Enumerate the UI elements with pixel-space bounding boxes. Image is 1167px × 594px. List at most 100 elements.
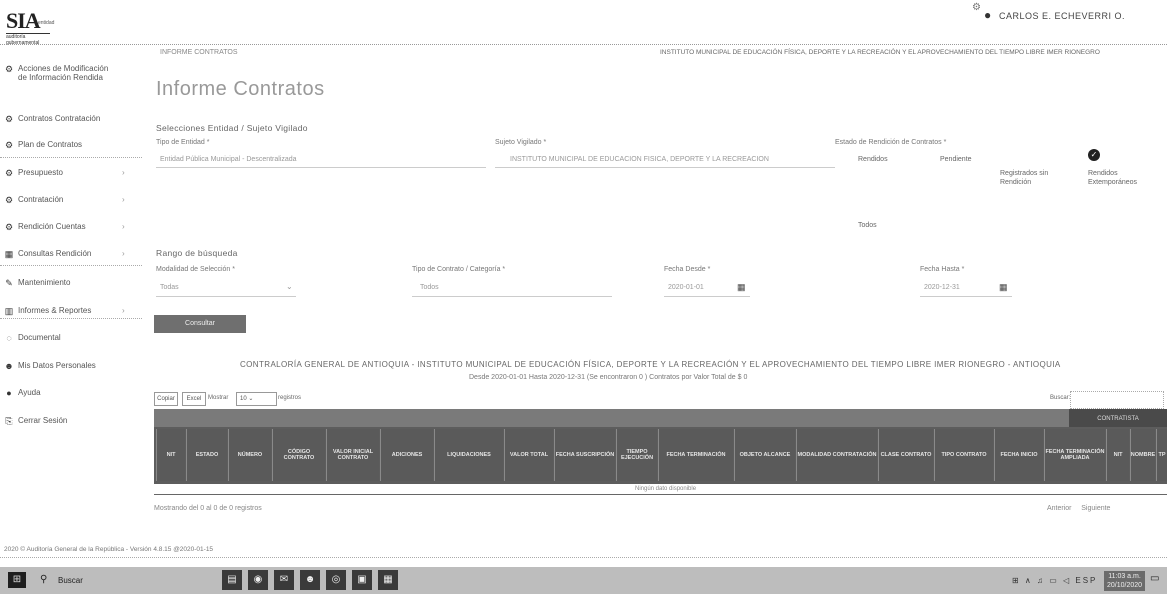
date-to-label: Fecha Hasta *	[920, 266, 965, 273]
contract-type-underline	[412, 296, 612, 297]
file-explorer-icon[interactable]: ▤	[222, 570, 242, 590]
sidebar-item-logout[interactable]: ⎘ Cerrar Sesión	[4, 416, 67, 427]
notification-icon[interactable]: ▭	[1150, 573, 1159, 584]
sidebar-item-contracts[interactable]: ⚙ Contratos Contratación	[4, 114, 100, 125]
column-header[interactable]: NIT	[156, 429, 185, 481]
date-to-underline	[920, 296, 1012, 297]
subject-select[interactable]: INSTITUTO MUNICIPAL DE EDUCACIÓN FÍSICA,…	[510, 156, 830, 163]
calendar-icon[interactable]: ▦	[737, 282, 746, 293]
chevron-right-icon: ›	[122, 168, 125, 177]
system-tray[interactable]: ⊞ ∧ ♫ ▭ ◁ ESP	[1012, 576, 1097, 585]
column-header[interactable]: OBJETO ALCANCE	[734, 429, 795, 481]
date-from-input[interactable]: 2020-01-01	[668, 284, 704, 291]
status-option-extemporaneous[interactable]: Rendidos Extemporáneos	[1088, 169, 1148, 187]
previous-page-button[interactable]: Anterior	[1047, 505, 1072, 512]
excel-button[interactable]: Excel	[182, 392, 206, 406]
sidebar-item-help[interactable]: ● Ayuda	[4, 388, 40, 398]
sia-logo[interactable]: SIA entidad auditoría gubernamental	[6, 8, 68, 46]
sidebar-divider	[0, 265, 142, 266]
sidebar-item-label: Plan de Contratos	[18, 140, 83, 149]
status-option-pending[interactable]: Pendiente	[940, 156, 972, 163]
column-header[interactable]: LIQUIDACIONES	[434, 429, 503, 481]
date-from-label: Fecha Desde *	[664, 266, 711, 273]
status-label: Estado de Rendición de Contratos *	[835, 139, 947, 146]
user-name[interactable]: CARLOS E. ECHEVERRI O.	[999, 11, 1125, 21]
sidebar-item-modification-actions[interactable]: ⚙ Acciones de Modificación de Información…	[4, 64, 108, 82]
sidebar-item-queries[interactable]: ▦ Consultas Rendición ›	[4, 249, 146, 260]
column-header[interactable]: CÓDIGO CONTRATO	[272, 429, 325, 481]
sidebar-item-contract-plan[interactable]: ⚙ Plan de Contratos	[4, 140, 82, 151]
pagination: Anterior Siguiente	[1047, 505, 1110, 512]
chevron-down-icon[interactable]: ⌄	[286, 282, 293, 291]
calendar-icon[interactable]: ▦	[999, 282, 1008, 293]
entity-type-label: Tipo de Entidad *	[156, 139, 210, 146]
table-columns: NIT ESTADO NÚMERO CÓDIGO CONTRATO VALOR …	[154, 409, 1167, 484]
date-to-input[interactable]: 2020-12-31	[924, 284, 960, 291]
column-header[interactable]: TIEMPO EJECUCIÓN	[616, 429, 657, 481]
taskbar-search[interactable]: Buscar	[58, 576, 83, 585]
column-header[interactable]: FECHA INICIO	[994, 429, 1043, 481]
sidebar-item-label: Presupuesto	[18, 168, 63, 177]
sidebar-item-reports[interactable]: ▥ Informes & Reportes ›	[4, 306, 146, 317]
column-header[interactable]: FECHA TERMINACIÓN AMPLIADA	[1044, 429, 1105, 481]
status-option-registered[interactable]: Registrados sin Rendición	[1000, 169, 1050, 187]
column-header[interactable]: FECHA TERMINACIÓN	[658, 429, 733, 481]
check-circle-icon[interactable]: ✓	[1088, 149, 1100, 161]
grid-icon: ▦	[4, 249, 14, 259]
records-info: Mostrando del 0 al 0 de 0 registros	[154, 505, 262, 512]
column-header[interactable]: NIT	[1106, 429, 1129, 481]
sidebar-item-contracting[interactable]: ⚙ Contratación ›	[4, 195, 146, 206]
status-option-label: Rendidos Extemporáneos	[1088, 170, 1138, 186]
sidebar-item-budget[interactable]: ⚙ Presupuesto ›	[4, 168, 146, 179]
status-option-rendered[interactable]: Rendidos	[858, 156, 888, 163]
people-icon[interactable]: ☻	[300, 570, 320, 590]
column-header[interactable]: VALOR INICIAL CONTRATO	[326, 429, 379, 481]
sidebar-item-documents[interactable]: ◌ Documental	[4, 333, 61, 343]
breadcrumb: INFORME CONTRATOS	[160, 49, 238, 56]
sidebar-item-label: Mantenimiento	[18, 278, 71, 287]
next-page-button[interactable]: Siguiente	[1081, 505, 1110, 512]
chrome-icon[interactable]: ◉	[248, 570, 268, 590]
records-label: registros	[278, 395, 302, 401]
column-header[interactable]: TP	[1156, 429, 1167, 481]
taskbar-clock[interactable]: 11:03 a.m. 20/10/2020	[1104, 571, 1146, 591]
column-header[interactable]: FECHA SUSCRIPCIÓN	[554, 429, 615, 481]
app-icon[interactable]: ▦	[378, 570, 398, 590]
status-option-all[interactable]: Todos	[858, 222, 877, 229]
search-input[interactable]	[1070, 391, 1164, 409]
sidebar-divider	[0, 157, 142, 158]
column-header[interactable]: VALOR TOTAL	[504, 429, 553, 481]
page-size-select[interactable]: 10 ⌄	[236, 392, 277, 406]
sidebar-item-accountability[interactable]: ⚙ Rendición Cuentas ›	[4, 222, 146, 233]
sidebar-item-label: Acciones de Modificación	[18, 64, 109, 73]
column-header[interactable]: ADICIONES	[380, 429, 433, 481]
column-header[interactable]: NÚMERO	[228, 429, 271, 481]
store-icon[interactable]: ▣	[352, 570, 372, 590]
gear-icon[interactable]: ⚙	[972, 2, 981, 13]
mail-icon[interactable]: ✉	[274, 570, 294, 590]
windows-start-icon[interactable]: ⊞	[8, 572, 26, 588]
sidebar-item-maintenance[interactable]: ✎ Mantenimiento	[4, 278, 70, 289]
entity-type-select[interactable]: Entidad Pública Municipal - Descentraliz…	[160, 156, 297, 163]
modality-underline	[156, 296, 296, 297]
table-bottom-border	[154, 494, 1167, 495]
sidebar-item-label: Documental	[18, 333, 61, 342]
copy-button[interactable]: Copiar	[154, 392, 178, 406]
column-header[interactable]: ESTADO	[186, 429, 227, 481]
contract-type-label: Tipo de Contrato / Categoría *	[412, 266, 506, 273]
windows-taskbar	[0, 567, 1167, 594]
column-header[interactable]: CLASE CONTRATO	[878, 429, 933, 481]
search-icon[interactable]: ⚲	[40, 574, 47, 585]
sidebar-item-label: Contratación	[18, 195, 64, 204]
browser-icon[interactable]: ◎	[326, 570, 346, 590]
column-header[interactable]: MODALIDAD CONTRATACIÓN	[796, 429, 877, 481]
user-icon: ☻	[4, 361, 14, 371]
contract-type-select[interactable]: Todos	[420, 284, 439, 291]
footer-divider	[0, 557, 1167, 558]
column-header[interactable]: TIPO CONTRATO	[934, 429, 993, 481]
modality-select[interactable]: Todas	[160, 284, 179, 291]
column-header[interactable]: NOMBRE	[1130, 429, 1155, 481]
consult-button[interactable]: Consultar	[154, 315, 246, 333]
sidebar-item-personal-data[interactable]: ☻ Mis Datos Personales	[4, 361, 96, 371]
user-icon[interactable]: ●	[984, 8, 991, 22]
